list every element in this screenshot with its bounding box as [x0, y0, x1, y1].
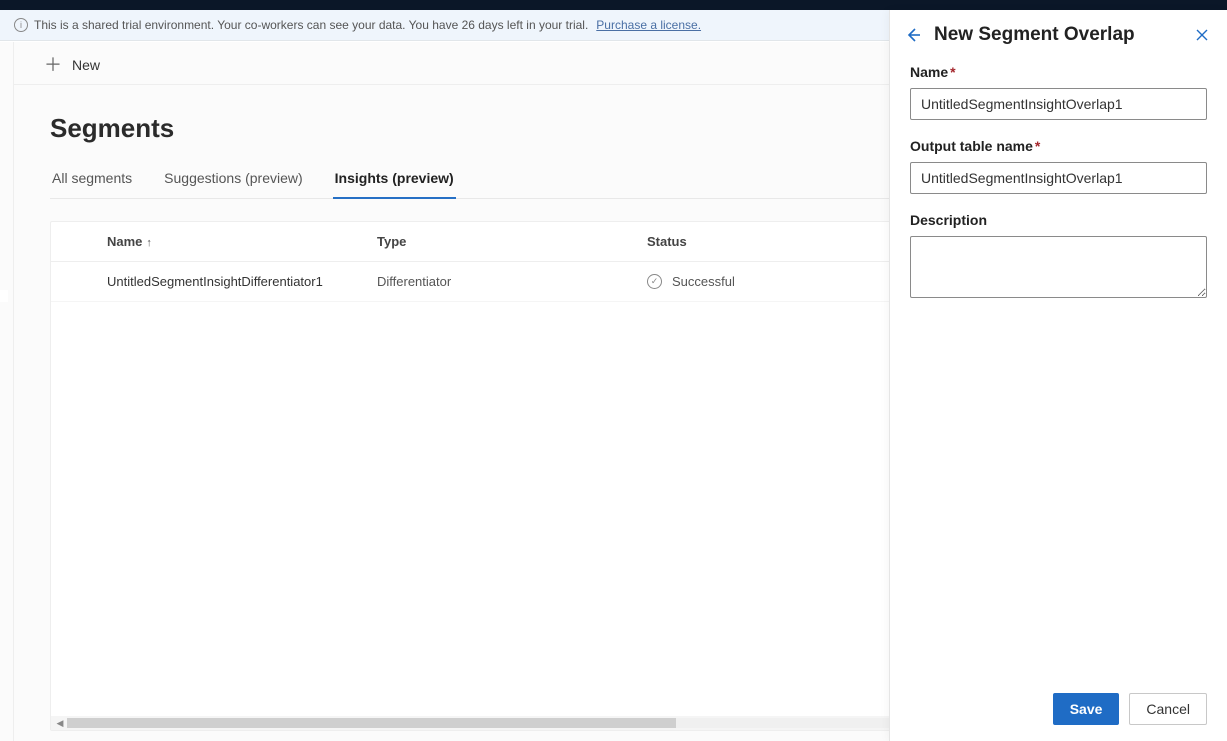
sort-ascending-icon: ↑	[146, 237, 152, 249]
new-button[interactable]: ＋ New	[44, 56, 100, 74]
panel-title: New Segment Overlap	[934, 24, 1135, 46]
new-button-label: New	[72, 57, 100, 73]
panel-footer: Save Cancel	[890, 679, 1227, 741]
close-icon[interactable]	[1195, 28, 1209, 42]
output-table-field[interactable]	[910, 162, 1207, 194]
success-check-icon: ✓	[647, 274, 662, 289]
description-label: Description	[910, 212, 1207, 228]
purchase-license-link[interactable]: Purchase a license.	[596, 18, 701, 32]
panel-body: Name* Output table name* Description	[890, 60, 1227, 679]
back-arrow-icon[interactable]	[904, 26, 922, 44]
tab-insights[interactable]: Insights (preview)	[333, 162, 456, 198]
name-field[interactable]	[910, 88, 1207, 120]
tab-suggestions[interactable]: Suggestions (preview)	[162, 162, 305, 198]
side-panel: New Segment Overlap Name* Output table n…	[889, 10, 1227, 741]
cell-name: UntitledSegmentInsightDifferentiator1	[107, 274, 377, 289]
plus-icon: ＋	[44, 56, 62, 74]
scroll-left-icon[interactable]: ◀	[55, 718, 65, 729]
output-table-label: Output table name*	[910, 138, 1207, 154]
info-icon: i	[14, 18, 28, 32]
scroll-thumb[interactable]	[67, 718, 676, 728]
column-header-name[interactable]: Name↑	[107, 234, 377, 249]
left-nav-active-indicator	[0, 290, 8, 302]
save-button[interactable]: Save	[1053, 693, 1120, 725]
column-header-type[interactable]: Type	[377, 234, 647, 249]
name-field-label: Name*	[910, 64, 1207, 80]
tab-all-segments[interactable]: All segments	[50, 162, 134, 198]
left-nav-rail[interactable]	[0, 42, 14, 741]
description-field[interactable]	[910, 236, 1207, 298]
app-header-bar	[0, 0, 1227, 10]
panel-header: New Segment Overlap	[890, 10, 1227, 60]
cancel-button[interactable]: Cancel	[1129, 693, 1207, 725]
cell-type: Differentiator	[377, 274, 647, 289]
trial-banner-text: This is a shared trial environment. Your…	[34, 18, 588, 32]
